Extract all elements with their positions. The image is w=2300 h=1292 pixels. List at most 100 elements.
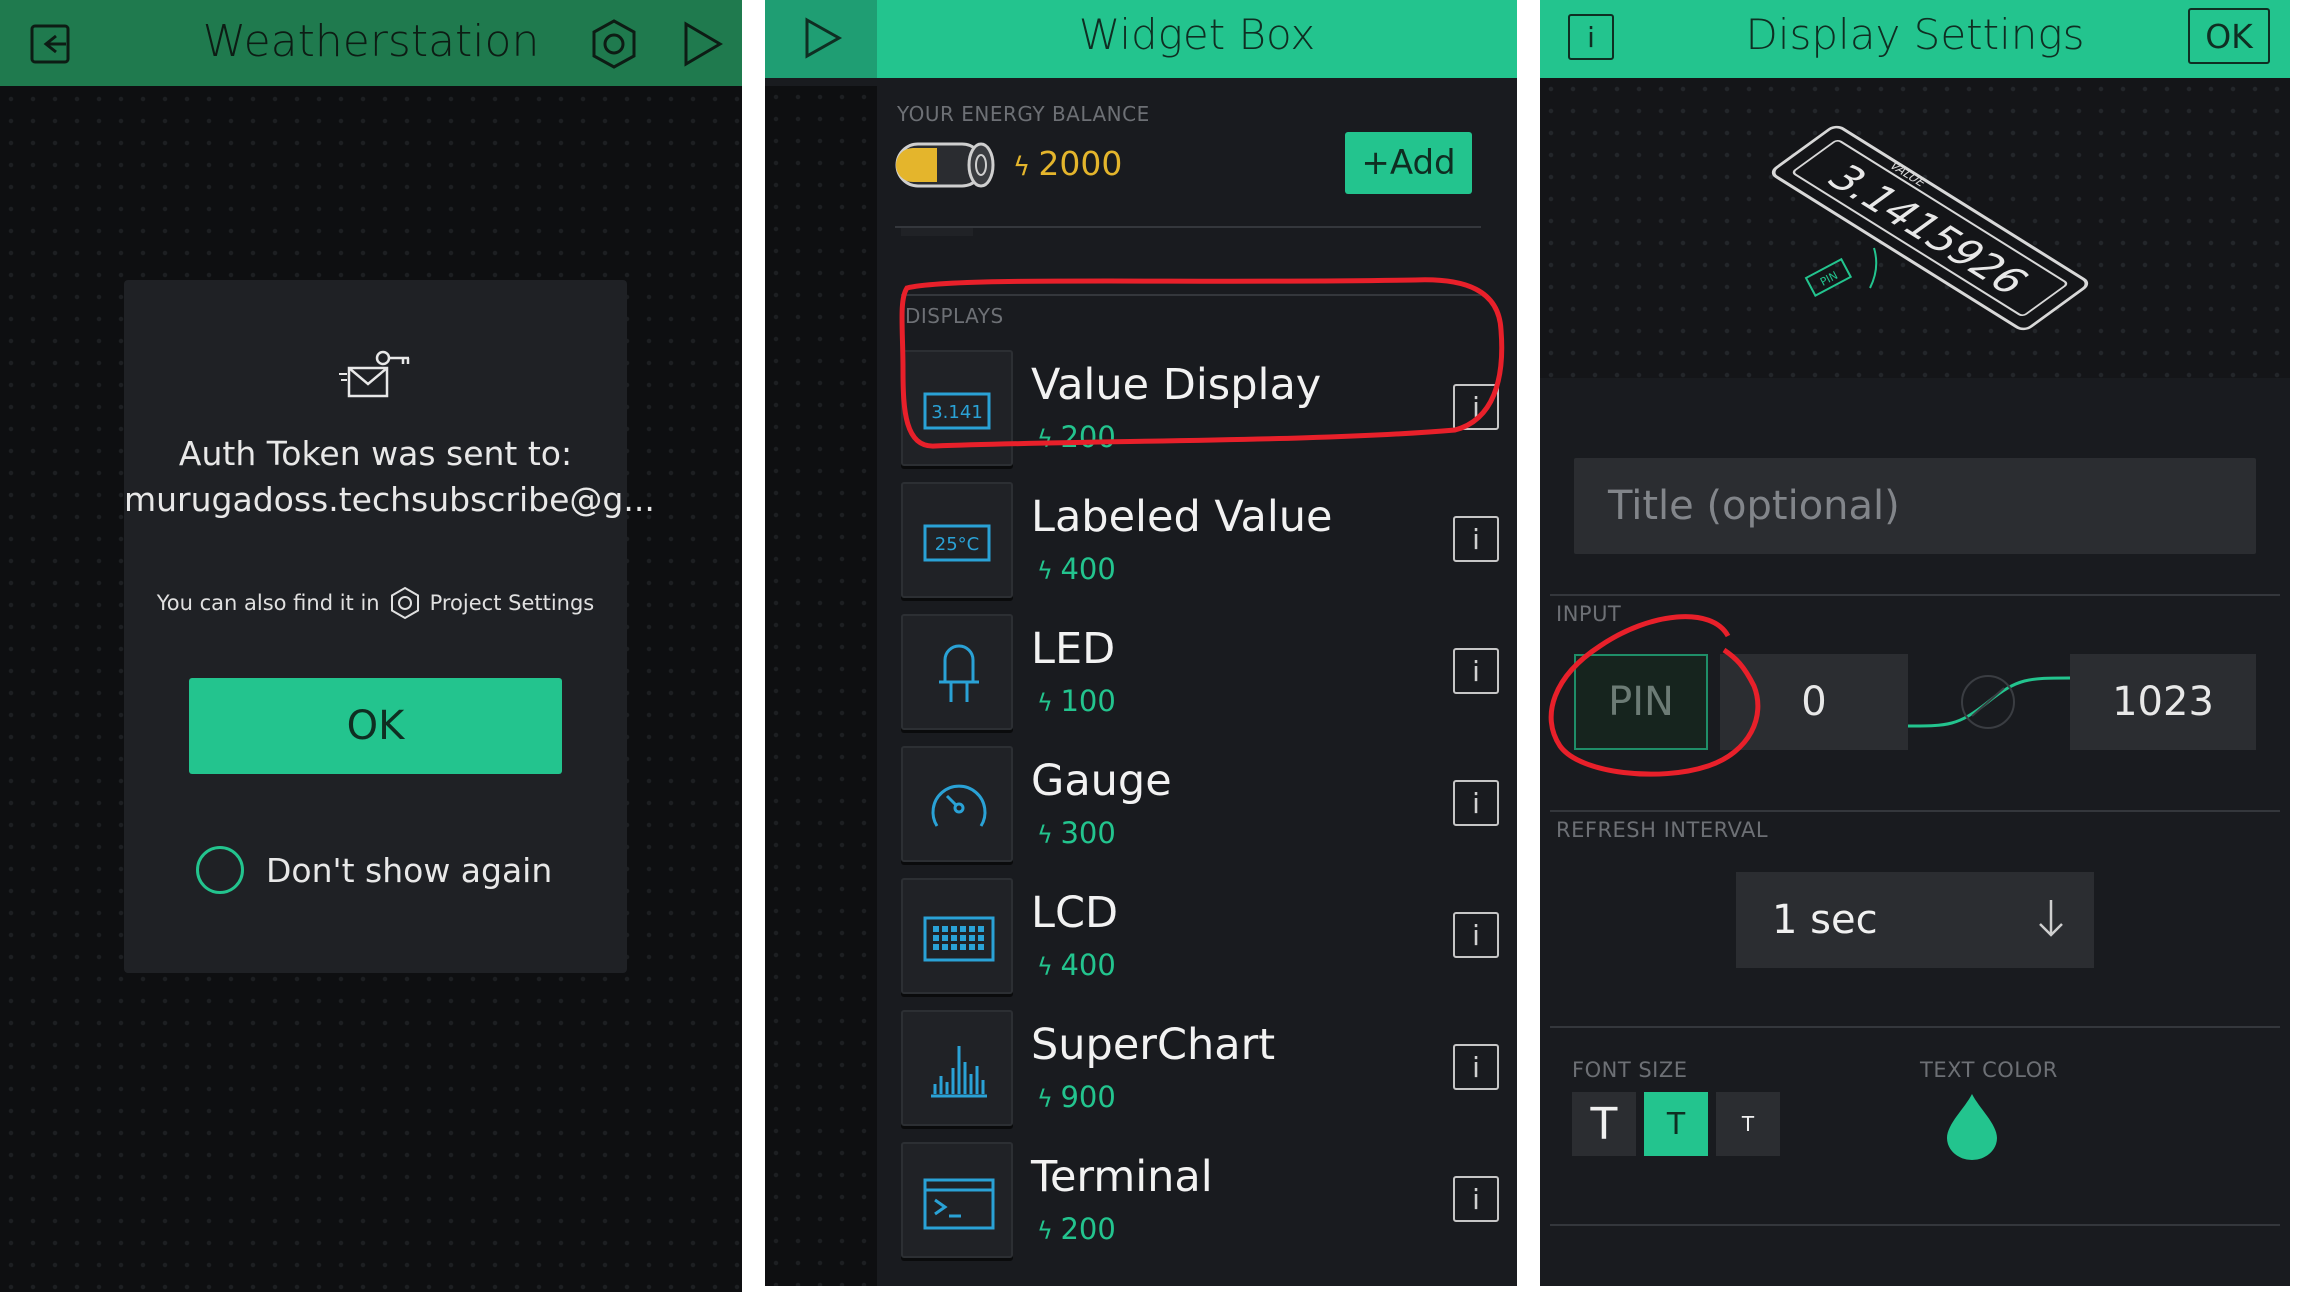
widget-cost-value: 200 [1060,1212,1116,1246]
bolt-icon: ϟ [1037,1217,1061,1245]
ok-button[interactable]: OK [189,678,562,774]
widget-cost: ϟ 900 [1037,1080,1116,1114]
dont-show-again-option[interactable]: Don't show again [196,846,552,894]
widget-tile [901,1142,1013,1258]
divider [901,294,1481,296]
widget-cost: ϟ 200 [1037,420,1116,454]
value-display-icon-text: 3.141 [931,402,983,423]
bolt-icon: ϟ [1037,689,1061,717]
info-button[interactable]: i [1453,780,1499,826]
bolt-icon: ϟ [1037,425,1061,453]
widget-cost-value: 100 [1060,684,1116,718]
info-button[interactable]: i [1453,648,1499,694]
hexagon-settings-icon[interactable] [588,18,640,70]
color-drop-icon[interactable] [1943,1090,2001,1162]
info-button[interactable]: i [1453,516,1499,562]
value-display-icon: 3.141 [923,392,991,430]
preview-pin-tag: PIN [1818,269,1840,289]
font-size-medium-button[interactable]: T [1644,1092,1708,1156]
auth-token-email: murugadoss.techsubscribe@g... [124,480,655,519]
hexagon-settings-icon [390,586,419,620]
widget-item-value-display[interactable]: 3.141 Value Display ϟ 200 i [901,350,1499,466]
bolt-icon: ϟ [1013,152,1039,182]
widget-name: Labeled Value [1031,492,1333,542]
font-size-small-button[interactable]: T [1716,1092,1780,1156]
display-settings-header: i Display Settings OK [1540,0,2290,78]
widget-tile [901,1010,1013,1126]
divider [1550,810,2280,812]
value-display-illustration: 3.1415926 VALUE PIN [1771,125,2089,331]
terminal-icon [923,1178,995,1230]
refresh-interval-value: 1 sec [1772,897,1878,943]
refresh-interval-dropdown[interactable]: 1 sec [1736,872,2094,968]
hint-suffix: Project Settings [429,591,595,615]
widget-tile: 3.141 [901,350,1013,466]
widget-item-superchart[interactable]: SuperChart ϟ 900 i [901,1010,1499,1126]
mail-key-icon [339,350,410,398]
widget-item-lcd[interactable]: LCD ϟ 400 i [901,878,1499,994]
range-max-input[interactable]: 1023 [2070,654,2256,750]
widget-item-led[interactable]: LED ϟ 100 i [901,614,1499,730]
widget-cost: ϟ 400 [1037,552,1116,586]
widget-cost: ϟ 300 [1037,816,1116,850]
pin-select-button[interactable]: PIN [1574,654,1708,750]
divider [1550,594,2280,596]
info-button[interactable]: i [1453,1176,1499,1222]
hint-prefix: You can also find it in [156,591,380,615]
range-min-input[interactable]: 0 [1720,654,1908,750]
font-size-large-button[interactable]: T [1572,1092,1636,1156]
energy-balance-label: YOUR ENERGY BALANCE [897,102,1150,126]
superchart-icon [931,1046,987,1098]
widget-cost-value: 400 [1060,552,1116,586]
widget-name: Value Display [1031,360,1322,410]
input-section-label: INPUT [1556,602,1622,626]
text-color-label: TEXT COLOR [1920,1058,2058,1082]
add-energy-button[interactable]: +Add [1345,132,1472,194]
divider [895,226,1481,228]
display-settings-title: Display Settings [1745,10,2085,59]
info-button[interactable]: i [1453,912,1499,958]
labeled-value-icon: 25°C [923,524,991,562]
widget-name: LED [1031,624,1116,674]
battery-icon [895,142,995,188]
widget-cost: ϟ 400 [1037,948,1116,982]
widget-item-labeled-value[interactable]: 25°C Labeled Value ϟ 400 i [901,482,1499,598]
mapping-curve-icon [1908,675,2070,729]
widget-name: LCD [1031,888,1119,938]
widget-item-gauge[interactable]: Gauge ϟ 300 i [901,746,1499,862]
ok-button[interactable]: OK [2188,8,2270,64]
displays-section-label: DISPLAYS [905,304,1004,328]
led-icon [939,644,979,702]
auth-hint: You can also find it in Project Settings [124,586,627,620]
dont-show-again-label: Don't show again [266,850,553,890]
arrow-down-icon [2039,900,2063,937]
canvas-strip [765,86,877,1286]
gauge-icon [931,784,987,827]
play-icon[interactable] [803,16,843,60]
display-settings-screen: i Display Settings OK 3.1415926 VALUE PI… [1540,0,2290,1286]
bolt-icon: ϟ [1037,821,1061,849]
screenshot-collage: Weatherstation Auth Token was sent to: m… [0,0,2300,1292]
bolt-icon: ϟ [1037,953,1061,981]
widget-cost-value: 400 [1060,948,1116,982]
info-button[interactable]: i [1453,1044,1499,1090]
title-input[interactable]: Title (optional) [1574,458,2256,554]
widget-item-terminal[interactable]: Terminal ϟ 200 i [901,1142,1499,1258]
lcd-icon [923,916,995,962]
info-button[interactable]: i [1453,384,1499,430]
widget-tile [901,878,1013,994]
play-icon[interactable] [676,18,728,70]
widget-cost-value: 900 [1060,1080,1116,1114]
widget-tile [901,614,1013,730]
widget-cost: ϟ 100 [1037,684,1116,718]
widget-box-header: Widget Box [765,0,1517,78]
widget-cost-value: 300 [1060,816,1116,850]
font-size-label: FONT SIZE [1572,1058,1688,1082]
energy-balance-value: ϟ 2000 [1013,144,1122,183]
auth-token-heading: Auth Token was sent to: [178,434,573,473]
dont-show-again-radio[interactable] [196,846,244,894]
play-button[interactable] [765,0,877,78]
widget-box-title: Widget Box [1078,10,1316,59]
weatherstation-screen: Weatherstation Auth Token was sent to: m… [0,0,742,1292]
divider [1550,1026,2280,1028]
